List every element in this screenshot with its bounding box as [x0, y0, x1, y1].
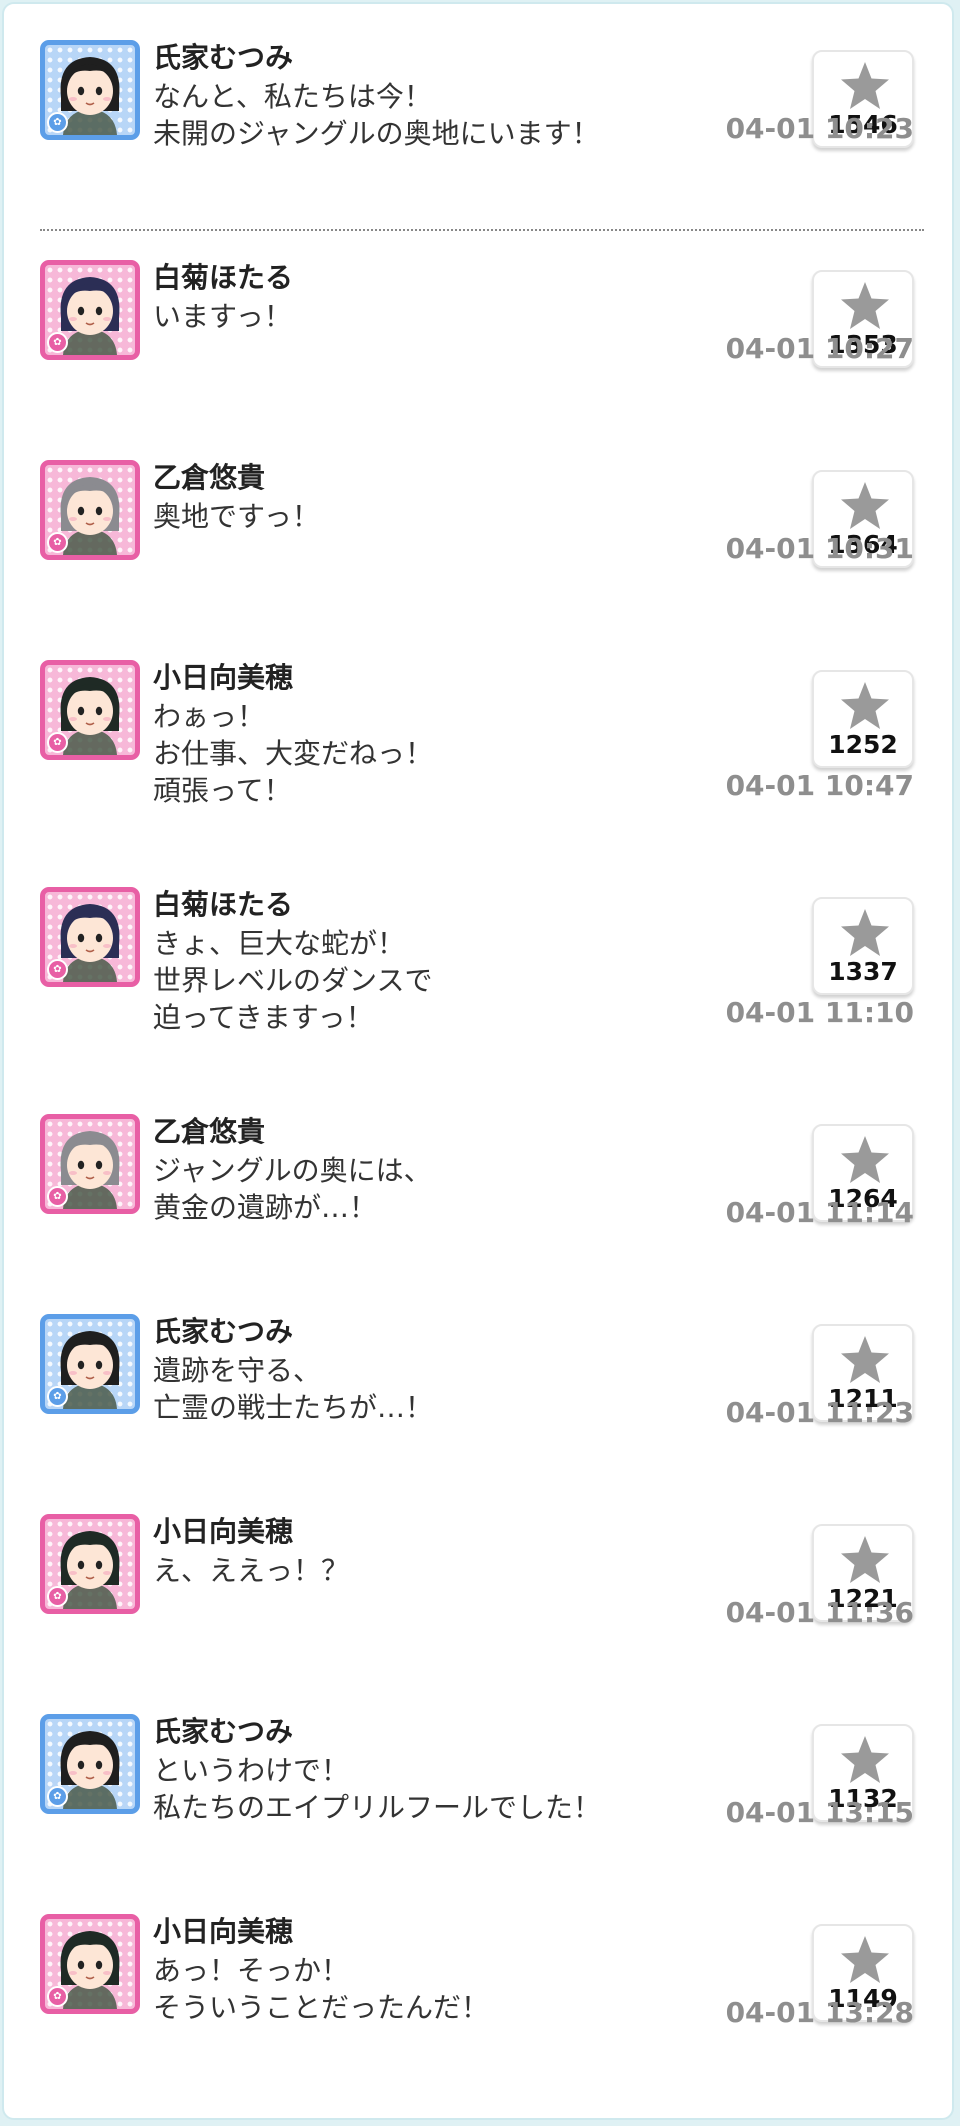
comment-line: いますっ！: [153, 300, 292, 333]
like-count: 1337: [828, 957, 898, 986]
attribute-badge-icon: ✿: [47, 1986, 68, 2007]
comment-line: 私たちのエイプリルフールでした！: [153, 1791, 602, 1824]
attribute-badge-icon: ✿: [47, 959, 68, 980]
attribute-badge-icon: ✿: [47, 732, 68, 753]
comment-line: え、ええっ！？: [153, 1554, 350, 1587]
like-button[interactable]: 1337: [812, 897, 914, 995]
avatar[interactable]: ✿: [40, 1714, 140, 1814]
commenter-name: 乙倉悠貴: [153, 1115, 266, 1148]
attribute-badge-icon: ✿: [47, 1186, 68, 1207]
comment-line: というわけで！: [153, 1754, 350, 1787]
comment-text: なんと、私たちは今！ 未開のジャングルの奥地にいます！: [153, 78, 600, 152]
comment-line: そういうことだったんだ！: [153, 1991, 490, 2024]
star-icon: [841, 1736, 889, 1783]
comment-timestamp: 04-01 11:14: [725, 1196, 914, 1229]
star-icon: [841, 1136, 889, 1183]
comment-line: 黄金の遺跡が…！: [153, 1191, 378, 1224]
comment-text: 奥地ですっ！: [153, 498, 320, 535]
comment-text: え、ええっ！？: [153, 1552, 349, 1589]
comment-line: わぁっ！: [153, 700, 266, 733]
avatar[interactable]: ✿: [40, 1314, 140, 1414]
comment-timestamp: 04-01 13:15: [725, 1796, 914, 1829]
star-icon: [841, 1936, 889, 1983]
commenter-name: 白菊ほたる: [153, 261, 294, 294]
star-icon: [841, 909, 889, 956]
comment-text: あっ！そっか！ そういうことだったんだ！: [153, 1952, 489, 2026]
comment-line: お仕事、大変だねっ！: [153, 737, 434, 770]
attribute-badge-icon: ✿: [47, 1786, 68, 1807]
star-icon: [841, 282, 889, 329]
commenter-name: 氏家むつみ: [153, 1315, 294, 1348]
attribute-badge-icon: ✿: [47, 1586, 68, 1607]
commenter-name: 小日向美穂: [153, 1515, 294, 1548]
comment-timestamp: 04-01 13:28: [725, 1996, 914, 2029]
avatar[interactable]: ✿: [40, 460, 140, 560]
comment-text: というわけで！ 私たちのエイプリルフールでした！: [153, 1752, 601, 1826]
attribute-badge-icon: ✿: [47, 532, 68, 553]
star-icon: [841, 1336, 889, 1383]
attribute-badge-icon: ✿: [47, 112, 68, 133]
comment-feed: ✿ 氏家むつみ なんと、私たちは今！ 未開のジャングルの奥地にいます！ 1546 04-0…: [2, 2, 954, 2120]
star-icon: [841, 1536, 889, 1583]
comment-timestamp: 04-01 10:23: [725, 112, 914, 145]
commenter-name: 氏家むつみ: [153, 41, 294, 74]
star-icon: [841, 482, 889, 529]
attribute-badge-icon: ✿: [47, 1386, 68, 1407]
comment-line: なんと、私たちは今！: [153, 80, 432, 113]
comment-text: ジャングルの奥には、 黄金の遺跡が…！: [153, 1152, 432, 1226]
like-button[interactable]: 1252: [812, 670, 914, 768]
comment-line: 奥地ですっ！: [153, 500, 320, 533]
comment-timestamp: 04-01 10:27: [725, 332, 914, 365]
comment-text: わぁっ！ お仕事、大変だねっ！ 頑張って！: [153, 698, 433, 809]
comment-line: 迫ってきますっ！: [153, 1001, 374, 1034]
comment-line: 遺跡を守る、: [153, 1354, 322, 1387]
comment-line: ジャングルの奥には、: [153, 1154, 432, 1187]
comment-line: きょ、巨大な蛇が！: [153, 927, 406, 960]
avatar[interactable]: ✿: [40, 1114, 140, 1214]
divider: [40, 229, 924, 231]
attribute-badge-icon: ✿: [47, 332, 68, 353]
comment-line: 頑張って！: [153, 774, 292, 807]
commenter-name: 氏家むつみ: [153, 1715, 294, 1748]
like-count: 1252: [828, 730, 898, 759]
commenter-name: 小日向美穂: [153, 1915, 294, 1948]
comment-text: いますっ！: [153, 298, 292, 335]
comment-timestamp: 04-01 11:10: [725, 996, 914, 1029]
star-icon: [841, 62, 889, 109]
comment-text: 遺跡を守る、亡霊の戦士たちが…！: [153, 1352, 433, 1426]
avatar[interactable]: ✿: [40, 887, 140, 987]
avatar[interactable]: ✿: [40, 1914, 140, 2014]
comment-text: きょ、巨大な蛇が！ 世界レベルのダンスで 迫ってきますっ！: [153, 925, 432, 1036]
avatar[interactable]: ✿: [40, 40, 140, 140]
commenter-name: 乙倉悠貴: [153, 461, 266, 494]
comment-line: 亡霊の戦士たちが…！: [153, 1391, 434, 1424]
comment-timestamp: 04-01 10:31: [725, 532, 914, 565]
comment-timestamp: 04-01 10:47: [725, 769, 914, 802]
avatar[interactable]: ✿: [40, 260, 140, 360]
commenter-name: 小日向美穂: [153, 661, 294, 694]
commenter-name: 白菊ほたる: [153, 888, 294, 921]
comment-line: 世界レベルのダンスで: [153, 964, 433, 997]
star-icon: [841, 682, 889, 729]
comment-timestamp: 04-01 11:23: [725, 1396, 914, 1429]
comment-line: 未開のジャングルの奥地にいます！: [153, 117, 600, 150]
avatar[interactable]: ✿: [40, 660, 140, 760]
avatar[interactable]: ✿: [40, 1514, 140, 1614]
comment-timestamp: 04-01 11:36: [725, 1596, 914, 1629]
comment-line: あっ！そっか！: [153, 1954, 350, 1987]
